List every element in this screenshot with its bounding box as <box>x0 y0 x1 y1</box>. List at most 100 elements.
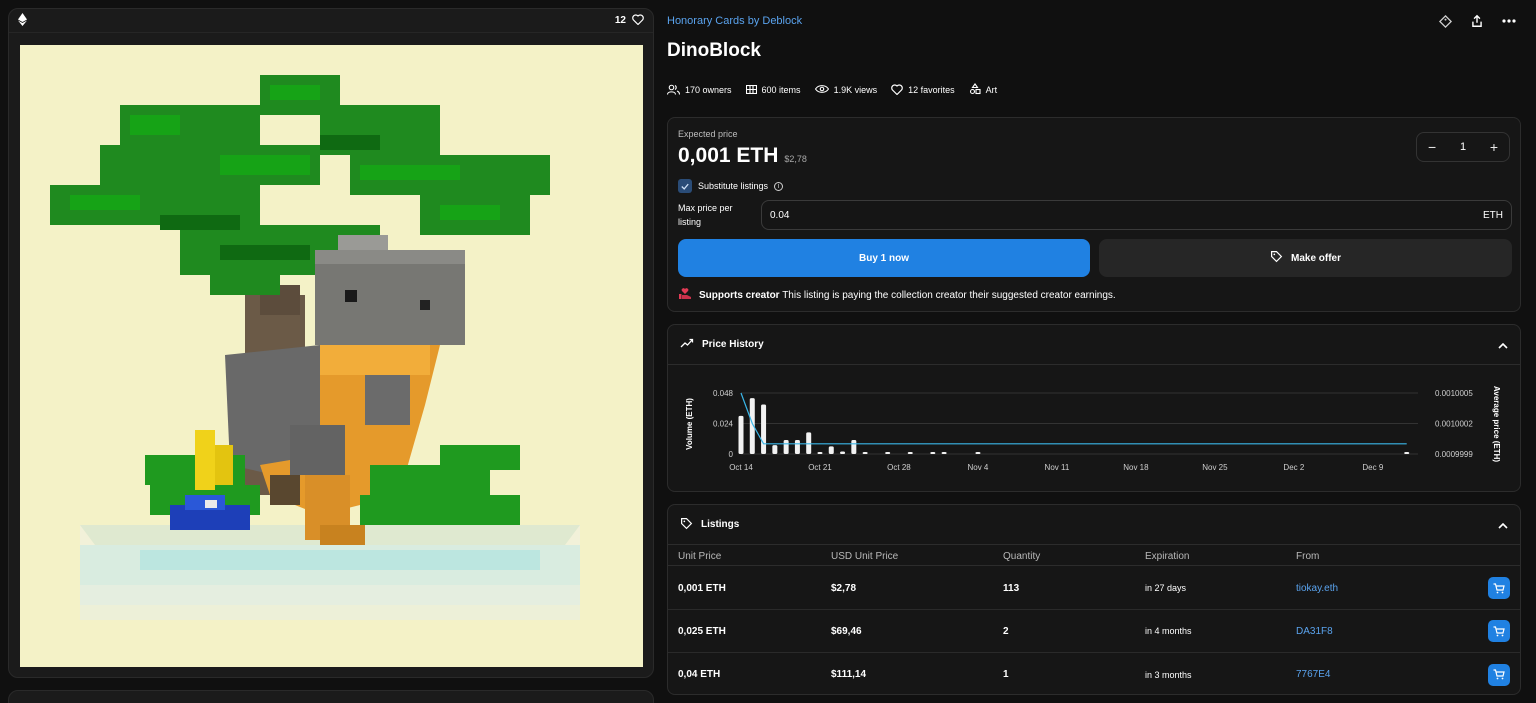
increment-button[interactable]: + <box>1490 139 1498 155</box>
chevron-up-icon[interactable] <box>1498 338 1508 352</box>
max-price-label: Max price per listing <box>678 203 733 227</box>
grid-icon <box>745 84 757 96</box>
volume-bar <box>907 452 913 454</box>
volume-bar <box>930 452 936 454</box>
stat-category-label: Art <box>985 85 998 95</box>
expected-price: 0,001 ETH <box>678 144 779 167</box>
stats-bar: 170 owners 600 items 1.9K views 12 favor… <box>666 83 998 97</box>
volume-bar <box>761 404 767 454</box>
volume-bar <box>1404 452 1410 454</box>
seller-link[interactable]: 7767E4 <box>1296 653 1330 696</box>
eye-icon <box>814 84 829 96</box>
max-price-input[interactable] <box>770 209 1370 221</box>
volume-bar <box>975 452 981 454</box>
tag-icon <box>1270 250 1283 266</box>
seller-link[interactable]: tiokay.eth <box>1296 567 1338 609</box>
add-to-cart-button[interactable] <box>1488 663 1510 686</box>
nft-image[interactable] <box>20 45 643 667</box>
y-tick-label: 0 <box>729 450 734 459</box>
usd-price: $69,46 <box>831 625 862 637</box>
supports-title: Supports creator <box>699 290 780 301</box>
max-price-unit: ETH <box>1483 209 1503 221</box>
column-header[interactable]: USD Unit Price <box>831 546 898 566</box>
quantity-value: 1 <box>1459 141 1467 153</box>
top-actions <box>1437 13 1517 29</box>
unit-price: 0,04 ETH <box>678 669 721 680</box>
media-toolbar: 12 <box>9 9 653 33</box>
info-icon[interactable]: i <box>774 181 784 191</box>
volume-bar <box>885 452 891 454</box>
category-icon <box>969 83 981 97</box>
x-tick-label: Nov 4 <box>967 463 988 472</box>
stat-views-label: 1.9K views <box>833 85 878 95</box>
decrement-button[interactable]: − <box>1428 139 1436 155</box>
volume-bar <box>840 451 846 454</box>
x-tick-label: Nov 25 <box>1202 463 1228 472</box>
listings-panel: Listings Unit Price USD Unit Price Quant… <box>667 504 1521 695</box>
y-tick-label: 0.024 <box>713 420 734 429</box>
ethereum-icon <box>18 12 27 29</box>
volume-bar <box>941 452 947 454</box>
table-row: 0,04 ETH $111,14 1 in 3 months 7767E4 <box>668 653 1520 696</box>
check-icon <box>681 183 689 190</box>
substitute-checkbox[interactable] <box>678 179 692 193</box>
cart-icon <box>1493 669 1505 680</box>
quantity: 113 <box>1003 582 1020 594</box>
price-history-panel: Price History 0.048 0.024 0 0.0010005 0.0010… <box>667 324 1521 492</box>
listings-column-headers: Unit Price USD Unit Price Quantity Expir… <box>668 546 1520 566</box>
column-header[interactable]: Quantity <box>1003 546 1040 566</box>
unit-price: 0,025 ETH <box>678 625 726 637</box>
price-history-header[interactable]: Price History <box>668 325 1520 365</box>
chart-svg: 0.048 0.024 0 0.0010005 0.0010002 0.0009999 Vo… <box>685 386 1501 472</box>
seller-link[interactable]: DA31F8 <box>1296 610 1333 652</box>
owners-icon <box>666 84 681 97</box>
x-tick-label: Oct 21 <box>808 463 832 472</box>
stat-owners[interactable]: 170 owners <box>666 84 732 97</box>
heart-icon <box>891 83 903 97</box>
stat-items[interactable]: 600 items <box>745 84 801 96</box>
table-row: 0,025 ETH $69,46 2 in 4 months DA31F8 <box>668 610 1520 653</box>
x-tick-label: Nov 11 <box>1045 463 1070 472</box>
buy-now-button[interactable]: Buy 1 now <box>678 239 1090 277</box>
quantity: 2 <box>1003 625 1009 637</box>
stat-views: 1.9K views <box>814 84 878 96</box>
volume-bar <box>806 432 812 454</box>
volume-bar <box>817 452 823 454</box>
y-tick-label: 0.048 <box>713 389 734 398</box>
volume-bar <box>828 446 834 454</box>
column-header[interactable]: Expiration <box>1145 546 1189 566</box>
volume-bar <box>738 415 744 454</box>
chevron-up-icon[interactable] <box>1498 518 1508 532</box>
price-history-chart: 0.048 0.024 0 0.0010005 0.0010002 0.0009999 Vo… <box>668 366 1520 491</box>
collection-link[interactable]: Honorary Cards by Deblock <box>667 15 802 27</box>
listings-header[interactable]: Listings <box>668 505 1520 545</box>
stat-favorites-label: 12 favorites <box>908 85 955 95</box>
share-icon[interactable] <box>1469 13 1485 29</box>
stat-owners-label: 170 owners <box>685 85 732 95</box>
supports-text: This listing is paying the collection cr… <box>782 290 1116 301</box>
buy-panel: Expected price 0,001 ETH $2,78 − 1 + Sub… <box>667 117 1521 312</box>
make-offer-button[interactable]: Make offer <box>1099 239 1512 277</box>
add-to-cart-button[interactable] <box>1488 620 1510 642</box>
cart-icon <box>1493 625 1505 636</box>
column-header[interactable]: Unit Price <box>678 546 721 566</box>
quantity-stepper[interactable]: − 1 + <box>1416 132 1510 162</box>
stat-category[interactable]: Art <box>969 83 998 97</box>
tag-diamond-icon[interactable] <box>1437 13 1453 29</box>
favorite-button[interactable]: 12 <box>615 13 644 28</box>
media-card: 12 <box>8 8 654 678</box>
x-tick-label: Oct 14 <box>729 463 753 472</box>
max-price-field[interactable]: ETH <box>761 200 1512 230</box>
price-row: 0,001 ETH $2,78 <box>678 144 807 168</box>
x-tick-label: Oct 28 <box>887 463 911 472</box>
column-header[interactable]: From <box>1296 546 1319 566</box>
table-row: 0,001 ETH $2,78 113 in 27 days tiokay.et… <box>668 567 1520 610</box>
expiration: in 27 days <box>1145 583 1187 593</box>
add-to-cart-button[interactable] <box>1488 577 1510 599</box>
page-title: DinoBlock <box>667 40 761 61</box>
price-history-title: Price History <box>702 339 764 350</box>
quantity: 1 <box>1003 669 1009 680</box>
substitute-label: Substitute listings <box>698 181 769 191</box>
stat-favorites[interactable]: 12 favorites <box>891 83 955 97</box>
more-options-icon[interactable] <box>1501 13 1517 29</box>
